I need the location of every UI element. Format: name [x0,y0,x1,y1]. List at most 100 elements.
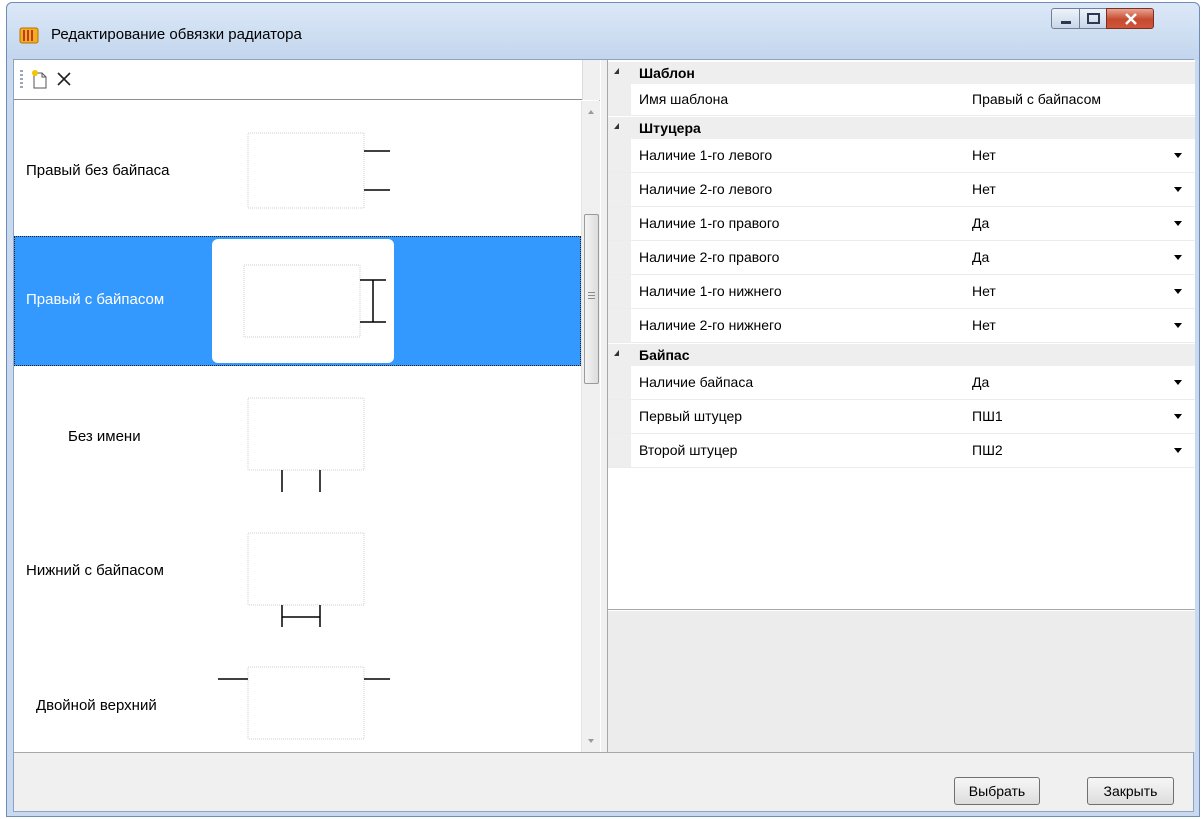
maximize-icon [1087,13,1100,24]
property-value[interactable]: Правый с байпасом [972,91,1101,107]
radiator-schema-image [247,397,365,492]
collapse-triangle-icon[interactable] [614,123,619,129]
template-list-scrollbar[interactable] [581,101,600,752]
toolbar-grip[interactable] [20,70,23,88]
property-row-second-fitting[interactable]: Второй штуцер ПШ2 [608,434,1195,468]
collapse-triangle-icon[interactable] [614,350,619,356]
row-gutter [608,366,631,399]
template-list: Правый без байпаса Правый с байпасом Без… [14,101,581,752]
template-label: Нижний с байпасом [26,562,164,579]
template-item-double-top[interactable]: Двойной верхний [14,631,581,752]
dropdown-arrow-icon[interactable] [1174,448,1182,453]
title-bar[interactable]: Редактирование обвязки радиатора [7,3,1199,59]
row-gutter [608,275,631,308]
dialog-button-bar: Выбрать Закрыть [14,752,1193,811]
dropdown-arrow-icon[interactable] [1174,153,1182,158]
category-label: Шаблон [639,65,695,81]
close-window-button[interactable] [1106,8,1154,29]
row-gutter [608,173,631,206]
dropdown-arrow-icon[interactable] [1174,289,1182,294]
property-name: Наличие 2-го нижнего [639,317,782,333]
property-name: Наличие 1-го нижнего [639,283,782,299]
property-row-right-1[interactable]: Наличие 1-го правого Да [608,207,1195,241]
property-description-panel [608,611,1195,752]
scrollbar-thumb[interactable] [584,214,599,384]
property-name: Наличие 1-го правого [639,215,780,231]
category-label: Штуцера [639,120,701,136]
property-row-left-1[interactable]: Наличие 1-го левого Нет [608,139,1195,173]
radiator-schema-image [218,666,390,740]
row-gutter [608,434,631,467]
property-value[interactable]: Да [972,374,989,390]
property-name: Имя шаблона [639,91,729,107]
property-pane: Шаблон Имя шаблона Правый с байпасом Шту… [607,60,1195,752]
radiator-schema-image [243,264,386,338]
template-label: Двойной верхний [36,697,157,714]
collapse-triangle-icon[interactable] [614,68,619,74]
property-row-bottom-1[interactable]: Наличие 1-го нижнего Нет [608,275,1195,309]
scroll-down-arrow-icon[interactable] [582,732,600,750]
row-gutter [608,241,631,274]
new-template-button[interactable] [28,68,50,90]
dropdown-arrow-icon[interactable] [1174,323,1182,328]
dropdown-arrow-icon[interactable] [1174,255,1182,260]
row-gutter [608,84,631,115]
property-value[interactable]: Нет [972,283,996,299]
property-value[interactable]: Да [972,249,989,265]
dropdown-arrow-icon[interactable] [1174,221,1182,226]
minimize-icon [1061,21,1071,24]
dialog-window: Редактирование обвязки радиатора Правый … [6,2,1200,817]
delete-template-button[interactable] [54,68,76,90]
property-value[interactable]: ПШ2 [972,442,1003,458]
dialog-client: Правый без байпаса Правый с байпасом Без… [13,59,1195,812]
template-item-bottom-bypass[interactable]: Нижний с байпасом [14,501,581,631]
category-fittings[interactable]: Штуцера [608,117,1195,139]
category-bypass[interactable]: Байпас [608,344,1195,366]
template-item-unnamed[interactable]: Без имени [14,366,581,496]
minimize-button[interactable] [1051,8,1080,29]
property-row-template-name[interactable]: Имя шаблона Правый с байпасом [608,84,1195,116]
window-title: Редактирование обвязки радиатора [51,26,302,43]
row-gutter [608,139,631,172]
property-name: Наличие 2-го правого [639,249,780,265]
property-row-right-2[interactable]: Наличие 2-го правого Да [608,241,1195,275]
dropdown-arrow-icon[interactable] [1174,414,1182,419]
template-label: Правый с байпасом [26,291,165,308]
radiator-schema-image [247,532,365,627]
property-name: Наличие байпаса [639,374,754,390]
template-item-right-bypass[interactable]: Правый с байпасом [14,236,581,366]
row-gutter [608,207,631,240]
delete-x-icon [57,72,71,86]
dropdown-arrow-icon[interactable] [1174,380,1182,385]
property-row-first-fitting[interactable]: Первый штуцер ПШ1 [608,400,1195,434]
select-button[interactable]: Выбрать [954,777,1040,805]
property-value[interactable]: Да [972,215,989,231]
toolbar-overflow[interactable] [582,60,600,100]
maximize-button[interactable] [1079,8,1107,29]
thumb-grip [588,292,595,301]
property-row-left-2[interactable]: Наличие 2-го левого Нет [608,173,1195,207]
radiator-app-icon [19,27,39,44]
row-gutter [608,400,631,433]
new-document-icon [32,70,47,89]
scroll-up-arrow-icon[interactable] [582,103,600,121]
radiator-schema-image [247,132,390,209]
property-value[interactable]: ПШ1 [972,408,1003,424]
property-name: Наличие 1-го левого [639,147,773,163]
close-icon [1125,13,1137,25]
template-label: Правый без байпаса [26,162,170,179]
template-pane: Правый без байпаса Правый с байпасом Без… [14,60,600,752]
property-value[interactable]: Нет [972,317,996,333]
template-label: Без имени [68,428,141,445]
property-value[interactable]: Нет [972,181,996,197]
close-button[interactable]: Закрыть [1087,777,1174,805]
dropdown-arrow-icon[interactable] [1174,187,1182,192]
property-value[interactable]: Нет [972,147,996,163]
property-row-bottom-2[interactable]: Наличие 2-го нижнего Нет [608,309,1195,343]
category-template[interactable]: Шаблон [608,62,1195,84]
template-item-right-no-bypass[interactable]: Правый без байпаса [14,101,581,231]
property-row-bypass-present[interactable]: Наличие байпаса Да [608,366,1195,400]
property-name: Второй штуцер [639,442,738,458]
category-label: Байпас [639,347,690,363]
property-name: Первый штуцер [639,408,743,424]
